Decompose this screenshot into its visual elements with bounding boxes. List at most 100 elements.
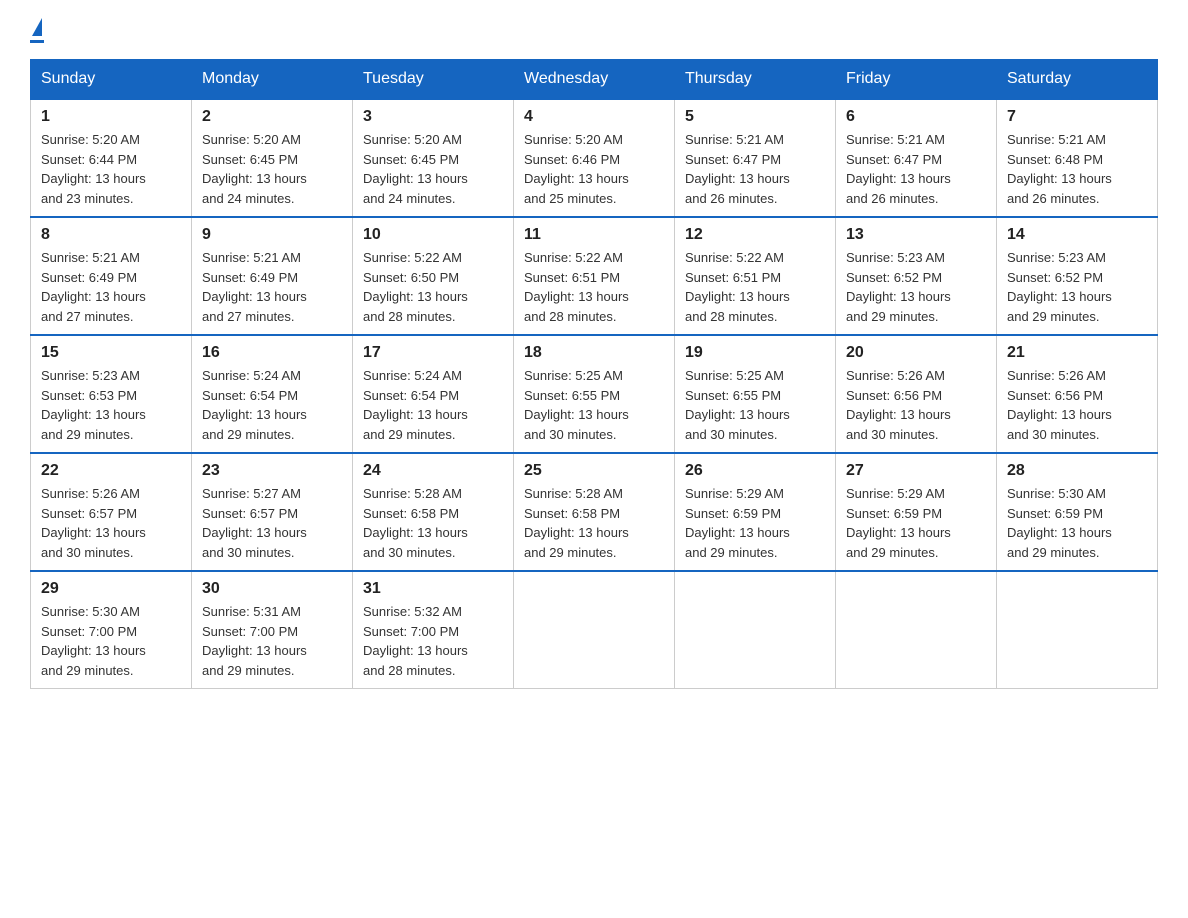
calendar-cell: 9 Sunrise: 5:21 AM Sunset: 6:49 PM Dayli… xyxy=(192,217,353,335)
day-number: 7 xyxy=(1007,108,1147,126)
day-info: Sunrise: 5:21 AM Sunset: 6:47 PM Dayligh… xyxy=(685,130,825,208)
day-info: Sunrise: 5:23 AM Sunset: 6:53 PM Dayligh… xyxy=(41,366,181,444)
day-number: 16 xyxy=(202,344,342,362)
calendar-week-2: 8 Sunrise: 5:21 AM Sunset: 6:49 PM Dayli… xyxy=(31,217,1158,335)
calendar-cell: 6 Sunrise: 5:21 AM Sunset: 6:47 PM Dayli… xyxy=(836,99,997,217)
logo-text xyxy=(30,20,44,38)
calendar-week-1: 1 Sunrise: 5:20 AM Sunset: 6:44 PM Dayli… xyxy=(31,99,1158,217)
calendar-cell xyxy=(836,571,997,689)
day-info: Sunrise: 5:30 AM Sunset: 6:59 PM Dayligh… xyxy=(1007,484,1147,562)
header-wednesday: Wednesday xyxy=(514,60,675,100)
calendar-cell: 25 Sunrise: 5:28 AM Sunset: 6:58 PM Dayl… xyxy=(514,453,675,571)
day-info: Sunrise: 5:20 AM Sunset: 6:44 PM Dayligh… xyxy=(41,130,181,208)
day-number: 20 xyxy=(846,344,986,362)
day-number: 17 xyxy=(363,344,503,362)
calendar-cell: 21 Sunrise: 5:26 AM Sunset: 6:56 PM Dayl… xyxy=(997,335,1158,453)
day-number: 29 xyxy=(41,580,181,598)
day-info: Sunrise: 5:20 AM Sunset: 6:45 PM Dayligh… xyxy=(202,130,342,208)
calendar-week-4: 22 Sunrise: 5:26 AM Sunset: 6:57 PM Dayl… xyxy=(31,453,1158,571)
calendar-cell: 10 Sunrise: 5:22 AM Sunset: 6:50 PM Dayl… xyxy=(353,217,514,335)
day-number: 12 xyxy=(685,226,825,244)
calendar-cell: 14 Sunrise: 5:23 AM Sunset: 6:52 PM Dayl… xyxy=(997,217,1158,335)
calendar-cell: 31 Sunrise: 5:32 AM Sunset: 7:00 PM Dayl… xyxy=(353,571,514,689)
day-info: Sunrise: 5:22 AM Sunset: 6:50 PM Dayligh… xyxy=(363,248,503,326)
calendar-table: SundayMondayTuesdayWednesdayThursdayFrid… xyxy=(30,59,1158,689)
day-number: 19 xyxy=(685,344,825,362)
day-number: 3 xyxy=(363,108,503,126)
day-number: 9 xyxy=(202,226,342,244)
calendar-cell xyxy=(514,571,675,689)
day-number: 14 xyxy=(1007,226,1147,244)
calendar-header-row: SundayMondayTuesdayWednesdayThursdayFrid… xyxy=(31,60,1158,100)
calendar-cell: 5 Sunrise: 5:21 AM Sunset: 6:47 PM Dayli… xyxy=(675,99,836,217)
day-info: Sunrise: 5:21 AM Sunset: 6:48 PM Dayligh… xyxy=(1007,130,1147,208)
day-number: 18 xyxy=(524,344,664,362)
day-info: Sunrise: 5:25 AM Sunset: 6:55 PM Dayligh… xyxy=(524,366,664,444)
day-info: Sunrise: 5:20 AM Sunset: 6:46 PM Dayligh… xyxy=(524,130,664,208)
calendar-cell: 2 Sunrise: 5:20 AM Sunset: 6:45 PM Dayli… xyxy=(192,99,353,217)
calendar-cell: 1 Sunrise: 5:20 AM Sunset: 6:44 PM Dayli… xyxy=(31,99,192,217)
day-info: Sunrise: 5:26 AM Sunset: 6:56 PM Dayligh… xyxy=(1007,366,1147,444)
day-number: 30 xyxy=(202,580,342,598)
calendar-cell: 4 Sunrise: 5:20 AM Sunset: 6:46 PM Dayli… xyxy=(514,99,675,217)
day-number: 27 xyxy=(846,462,986,480)
day-number: 21 xyxy=(1007,344,1147,362)
calendar-cell: 11 Sunrise: 5:22 AM Sunset: 6:51 PM Dayl… xyxy=(514,217,675,335)
header-sunday: Sunday xyxy=(31,60,192,100)
calendar-cell: 30 Sunrise: 5:31 AM Sunset: 7:00 PM Dayl… xyxy=(192,571,353,689)
day-info: Sunrise: 5:30 AM Sunset: 7:00 PM Dayligh… xyxy=(41,602,181,680)
day-info: Sunrise: 5:32 AM Sunset: 7:00 PM Dayligh… xyxy=(363,602,503,680)
day-number: 4 xyxy=(524,108,664,126)
calendar-cell: 20 Sunrise: 5:26 AM Sunset: 6:56 PM Dayl… xyxy=(836,335,997,453)
day-number: 22 xyxy=(41,462,181,480)
logo xyxy=(30,20,44,43)
day-info: Sunrise: 5:29 AM Sunset: 6:59 PM Dayligh… xyxy=(685,484,825,562)
day-info: Sunrise: 5:25 AM Sunset: 6:55 PM Dayligh… xyxy=(685,366,825,444)
calendar-week-5: 29 Sunrise: 5:30 AM Sunset: 7:00 PM Dayl… xyxy=(31,571,1158,689)
calendar-cell: 23 Sunrise: 5:27 AM Sunset: 6:57 PM Dayl… xyxy=(192,453,353,571)
day-info: Sunrise: 5:23 AM Sunset: 6:52 PM Dayligh… xyxy=(1007,248,1147,326)
calendar-cell: 12 Sunrise: 5:22 AM Sunset: 6:51 PM Dayl… xyxy=(675,217,836,335)
day-number: 8 xyxy=(41,226,181,244)
calendar-cell: 16 Sunrise: 5:24 AM Sunset: 6:54 PM Dayl… xyxy=(192,335,353,453)
day-info: Sunrise: 5:28 AM Sunset: 6:58 PM Dayligh… xyxy=(524,484,664,562)
day-info: Sunrise: 5:26 AM Sunset: 6:57 PM Dayligh… xyxy=(41,484,181,562)
day-number: 15 xyxy=(41,344,181,362)
calendar-cell: 19 Sunrise: 5:25 AM Sunset: 6:55 PM Dayl… xyxy=(675,335,836,453)
day-number: 2 xyxy=(202,108,342,126)
day-number: 31 xyxy=(363,580,503,598)
day-number: 24 xyxy=(363,462,503,480)
calendar-cell: 7 Sunrise: 5:21 AM Sunset: 6:48 PM Dayli… xyxy=(997,99,1158,217)
header-friday: Friday xyxy=(836,60,997,100)
day-info: Sunrise: 5:22 AM Sunset: 6:51 PM Dayligh… xyxy=(685,248,825,326)
calendar-cell: 27 Sunrise: 5:29 AM Sunset: 6:59 PM Dayl… xyxy=(836,453,997,571)
day-info: Sunrise: 5:28 AM Sunset: 6:58 PM Dayligh… xyxy=(363,484,503,562)
calendar-cell: 8 Sunrise: 5:21 AM Sunset: 6:49 PM Dayli… xyxy=(31,217,192,335)
day-info: Sunrise: 5:24 AM Sunset: 6:54 PM Dayligh… xyxy=(202,366,342,444)
header-tuesday: Tuesday xyxy=(353,60,514,100)
calendar-cell: 22 Sunrise: 5:26 AM Sunset: 6:57 PM Dayl… xyxy=(31,453,192,571)
header-monday: Monday xyxy=(192,60,353,100)
calendar-cell: 24 Sunrise: 5:28 AM Sunset: 6:58 PM Dayl… xyxy=(353,453,514,571)
calendar-cell xyxy=(675,571,836,689)
calendar-cell xyxy=(997,571,1158,689)
calendar-cell: 13 Sunrise: 5:23 AM Sunset: 6:52 PM Dayl… xyxy=(836,217,997,335)
calendar-cell: 26 Sunrise: 5:29 AM Sunset: 6:59 PM Dayl… xyxy=(675,453,836,571)
calendar-cell: 17 Sunrise: 5:24 AM Sunset: 6:54 PM Dayl… xyxy=(353,335,514,453)
day-number: 11 xyxy=(524,226,664,244)
day-number: 5 xyxy=(685,108,825,126)
page-header xyxy=(30,20,1158,43)
day-info: Sunrise: 5:26 AM Sunset: 6:56 PM Dayligh… xyxy=(846,366,986,444)
calendar-cell: 15 Sunrise: 5:23 AM Sunset: 6:53 PM Dayl… xyxy=(31,335,192,453)
day-number: 1 xyxy=(41,108,181,126)
calendar-cell: 28 Sunrise: 5:30 AM Sunset: 6:59 PM Dayl… xyxy=(997,453,1158,571)
calendar-cell: 29 Sunrise: 5:30 AM Sunset: 7:00 PM Dayl… xyxy=(31,571,192,689)
day-info: Sunrise: 5:20 AM Sunset: 6:45 PM Dayligh… xyxy=(363,130,503,208)
day-number: 25 xyxy=(524,462,664,480)
logo-underline xyxy=(30,40,44,43)
day-info: Sunrise: 5:21 AM Sunset: 6:49 PM Dayligh… xyxy=(202,248,342,326)
calendar-cell: 18 Sunrise: 5:25 AM Sunset: 6:55 PM Dayl… xyxy=(514,335,675,453)
day-number: 28 xyxy=(1007,462,1147,480)
day-number: 26 xyxy=(685,462,825,480)
day-info: Sunrise: 5:22 AM Sunset: 6:51 PM Dayligh… xyxy=(524,248,664,326)
